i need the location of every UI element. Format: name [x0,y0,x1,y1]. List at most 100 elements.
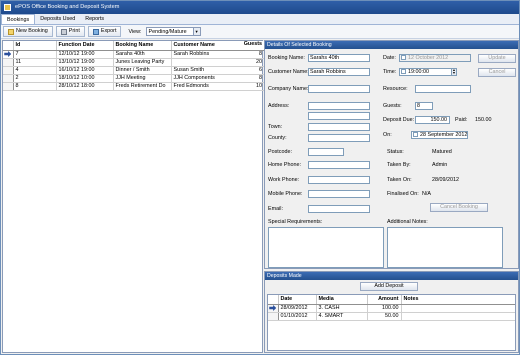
cell-deposit-amount[interactable]: 50.00 [367,312,402,321]
row-indicator[interactable] [3,66,14,75]
home-phone-field[interactable] [308,161,370,169]
cell-customer-name[interactable]: 20 [171,58,264,67]
work-phone-field[interactable] [308,176,370,184]
town-field[interactable] [308,123,370,131]
cell-guests[interactable]: 10 [256,83,262,89]
on-label: On: [383,132,392,138]
status-value: Matured [432,149,452,155]
taken-on-label: Taken On: [387,177,412,183]
table-row[interactable]: 28/09/2012 3. CASH 100.00 [268,304,515,313]
cell-deposit-date[interactable]: 28/09/2012 [278,304,317,313]
cell-guests[interactable]: 8 [259,75,262,81]
export-label: Export [100,28,117,34]
row-indicator[interactable] [3,58,14,67]
date-checkbox[interactable] [401,55,406,61]
cell-id[interactable]: 8 [13,82,57,91]
cell-deposit-amount[interactable]: 100.00 [367,304,402,313]
chevron-down-icon[interactable]: ▼ [192,28,200,35]
col-deposit-media[interactable]: Media [316,295,368,305]
cell-deposit-date[interactable]: 01/10/2012 [278,312,317,321]
view-select[interactable]: Pending/Mature ▼ [145,27,201,36]
time-value: 19:00:00 [408,69,429,75]
print-button[interactable]: Print [55,26,85,37]
cell-function-date[interactable]: 18/10/12 10:00 [56,74,114,83]
table-row[interactable]: 8 28/10/12 18:00 Freds Retirement Do Fred E… [3,82,264,91]
cell-guests[interactable]: 6 [259,67,262,73]
time-checkbox[interactable] [401,69,406,75]
cell-function-date[interactable]: 13/10/12 19:00 [56,58,114,67]
table-row[interactable]: 2 18/10/12 10:00 JJH Meeting JJH Components… [3,74,264,83]
col-booking-name[interactable]: Booking Name [113,41,172,51]
additional-notes-field[interactable] [387,227,503,268]
add-deposit-button[interactable]: Add Deposit [360,282,418,291]
date-picker[interactable]: 12 October 2012 [399,54,471,62]
col-customer-name[interactable]: Customer Name Guests [171,41,264,51]
deposit-date-picker[interactable]: 28 September 2012 [411,131,468,139]
cell-guests[interactable]: 20 [256,59,262,65]
address-line2-field[interactable] [308,112,370,120]
time-spinner-icon[interactable]: ▲ ▼ [451,69,456,75]
cell-id[interactable]: 11 [13,58,57,67]
cell-customer-name[interactable]: Sarah Robbins 8 [171,50,264,59]
cell-customer-name[interactable]: Susan Smith 6 [171,66,264,75]
cell-id[interactable]: 2 [13,74,57,83]
customer-name-field[interactable]: Sarah Robbins [308,68,370,76]
cell-deposit-media[interactable]: 4. SMART [316,312,368,321]
special-requirements-field[interactable] [268,227,384,268]
col-guests[interactable]: Guests [244,41,262,47]
county-field[interactable] [308,134,370,142]
cancel-booking-button[interactable]: Cancel Booking [430,203,488,212]
guests-field[interactable]: 8 [415,102,433,110]
col-deposit-notes[interactable]: Notes [401,295,515,305]
cell-deposit-notes[interactable] [401,312,515,321]
company-name-field[interactable] [308,85,370,93]
table-row[interactable]: 01/10/2012 4. SMART 50.00 [268,312,515,321]
cancel-button[interactable]: Cancel [478,68,516,77]
row-indicator[interactable] [3,74,14,83]
cell-function-date[interactable]: 16/10/12 19:00 [56,66,114,75]
deposit-date-checkbox[interactable] [413,132,418,138]
update-button[interactable]: Update [478,54,516,63]
bookings-grid[interactable]: Id Function Date Booking Name Customer N… [2,40,264,353]
row-indicator[interactable] [268,304,279,313]
mobile-phone-field[interactable] [308,190,370,198]
cell-booking-name[interactable]: Freds Retirement Do [113,82,172,91]
time-field[interactable]: 19:00:00 ▲ ▼ [399,68,457,76]
booking-name-field[interactable]: Sarahs 40th [308,54,370,62]
cell-guests[interactable]: 8 [259,51,262,57]
export-button[interactable]: Export [87,26,122,37]
table-row[interactable]: 7 12/10/12 19:00 Sarahs 40th Sarah Robbins 8 [3,50,264,59]
cell-function-date[interactable]: 12/10/12 19:00 [56,50,114,59]
row-indicator[interactable] [3,50,14,59]
cell-booking-name[interactable]: Sarahs 40th [113,50,172,59]
cell-function-date[interactable]: 28/10/12 18:00 [56,82,114,91]
table-row[interactable]: 11 13/10/12 19:00 Junes Leaving Party 20 [3,58,264,67]
row-indicator[interactable] [268,312,279,321]
menu-reports[interactable]: Reports [80,14,109,24]
deposits-grid[interactable]: Date Media Amount Notes 28/09/2012 3. CAS… [267,294,516,351]
table-row[interactable]: 4 16/10/12 19:00 Dinner / Smith Susan Smith… [3,66,264,75]
cell-deposit-media[interactable]: 3. CASH [316,304,368,313]
cell-id[interactable]: 7 [13,50,57,59]
cell-booking-name[interactable]: Dinner / Smith [113,66,172,75]
cell-customer-name[interactable]: Fred Edmonds 10 [171,82,264,91]
cell-booking-name[interactable]: Junes Leaving Party [113,58,172,67]
address-line1-field[interactable] [308,102,370,110]
menu-bookings[interactable]: Bookings [1,14,36,24]
postcode-field[interactable] [308,148,344,156]
col-id[interactable]: Id [13,41,57,51]
cell-deposit-notes[interactable] [401,304,515,313]
cell-customer-name[interactable]: JJH Components 8 [171,74,264,83]
email-field[interactable] [308,205,370,213]
col-deposit-date[interactable]: Date [278,295,317,305]
menu-deposits-used[interactable]: Deposits Used [35,14,80,24]
resource-field[interactable] [415,85,471,93]
deposit-due-field[interactable]: 150.00 [415,116,450,124]
new-booking-button[interactable]: New Booking [3,26,53,37]
cell-id[interactable]: 4 [13,66,57,75]
col-deposit-amount[interactable]: Amount [367,295,402,305]
row-indicator[interactable] [3,82,14,91]
cell-booking-name[interactable]: JJH Meeting [113,74,172,83]
new-booking-icon [8,28,14,35]
col-function-date[interactable]: Function Date [56,41,114,51]
